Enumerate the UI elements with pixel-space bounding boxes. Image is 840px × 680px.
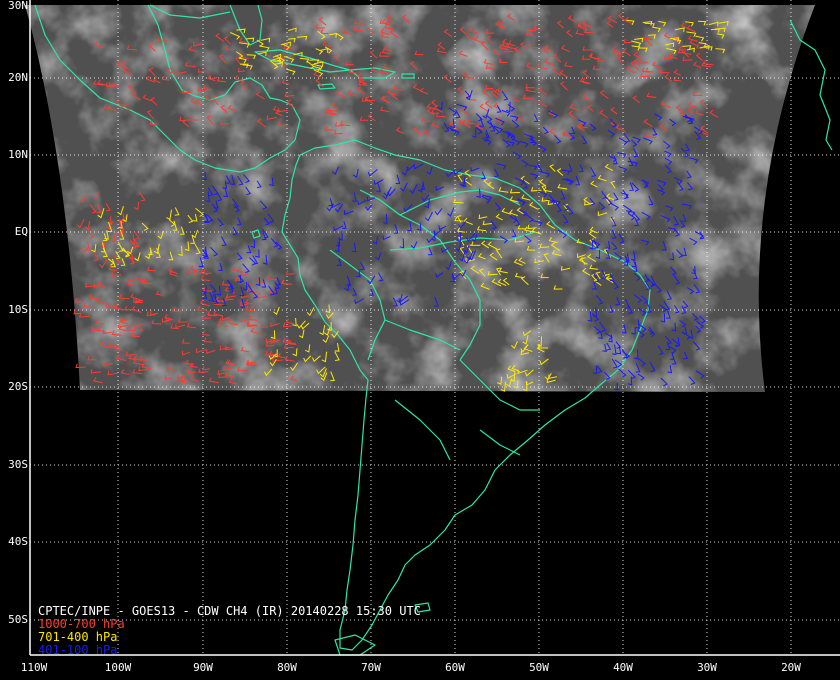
lon-label-40w: 40W (613, 661, 633, 674)
satellite-map (0, 0, 840, 680)
lon-label-50w: 50W (529, 661, 549, 674)
legend-high-level: 401-100 hPa (38, 643, 118, 657)
map-caption-block: CPTEC/INPE - GOES13 - CDW CH4 (IR) 20140… (38, 605, 421, 657)
lat-label-30s: 30S (8, 458, 28, 471)
lon-label-70w: 70W (361, 661, 381, 674)
lon-label-60w: 60W (445, 661, 465, 674)
lon-label-110w: 110W (20, 661, 48, 674)
lon-label-90w: 90W (193, 661, 213, 674)
lon-label-80w: 80W (277, 661, 297, 674)
lon-label-100w: 100W (104, 661, 132, 674)
lat-label-50s: 50S (8, 613, 28, 626)
lat-label-10s: 10S (8, 303, 28, 316)
lat-label-10n: 10N (8, 148, 28, 161)
lat-label-20n: 20N (8, 71, 28, 84)
lon-label-30w: 30W (697, 661, 717, 674)
ir-image-swath (25, 5, 815, 392)
lat-label-30n: 30N (8, 0, 28, 12)
lat-label-eq: EQ (14, 225, 28, 238)
lat-label-40s: 40S (8, 535, 28, 548)
lat-label-20s: 20S (8, 380, 28, 393)
lon-label-20w: 20W (781, 661, 801, 674)
